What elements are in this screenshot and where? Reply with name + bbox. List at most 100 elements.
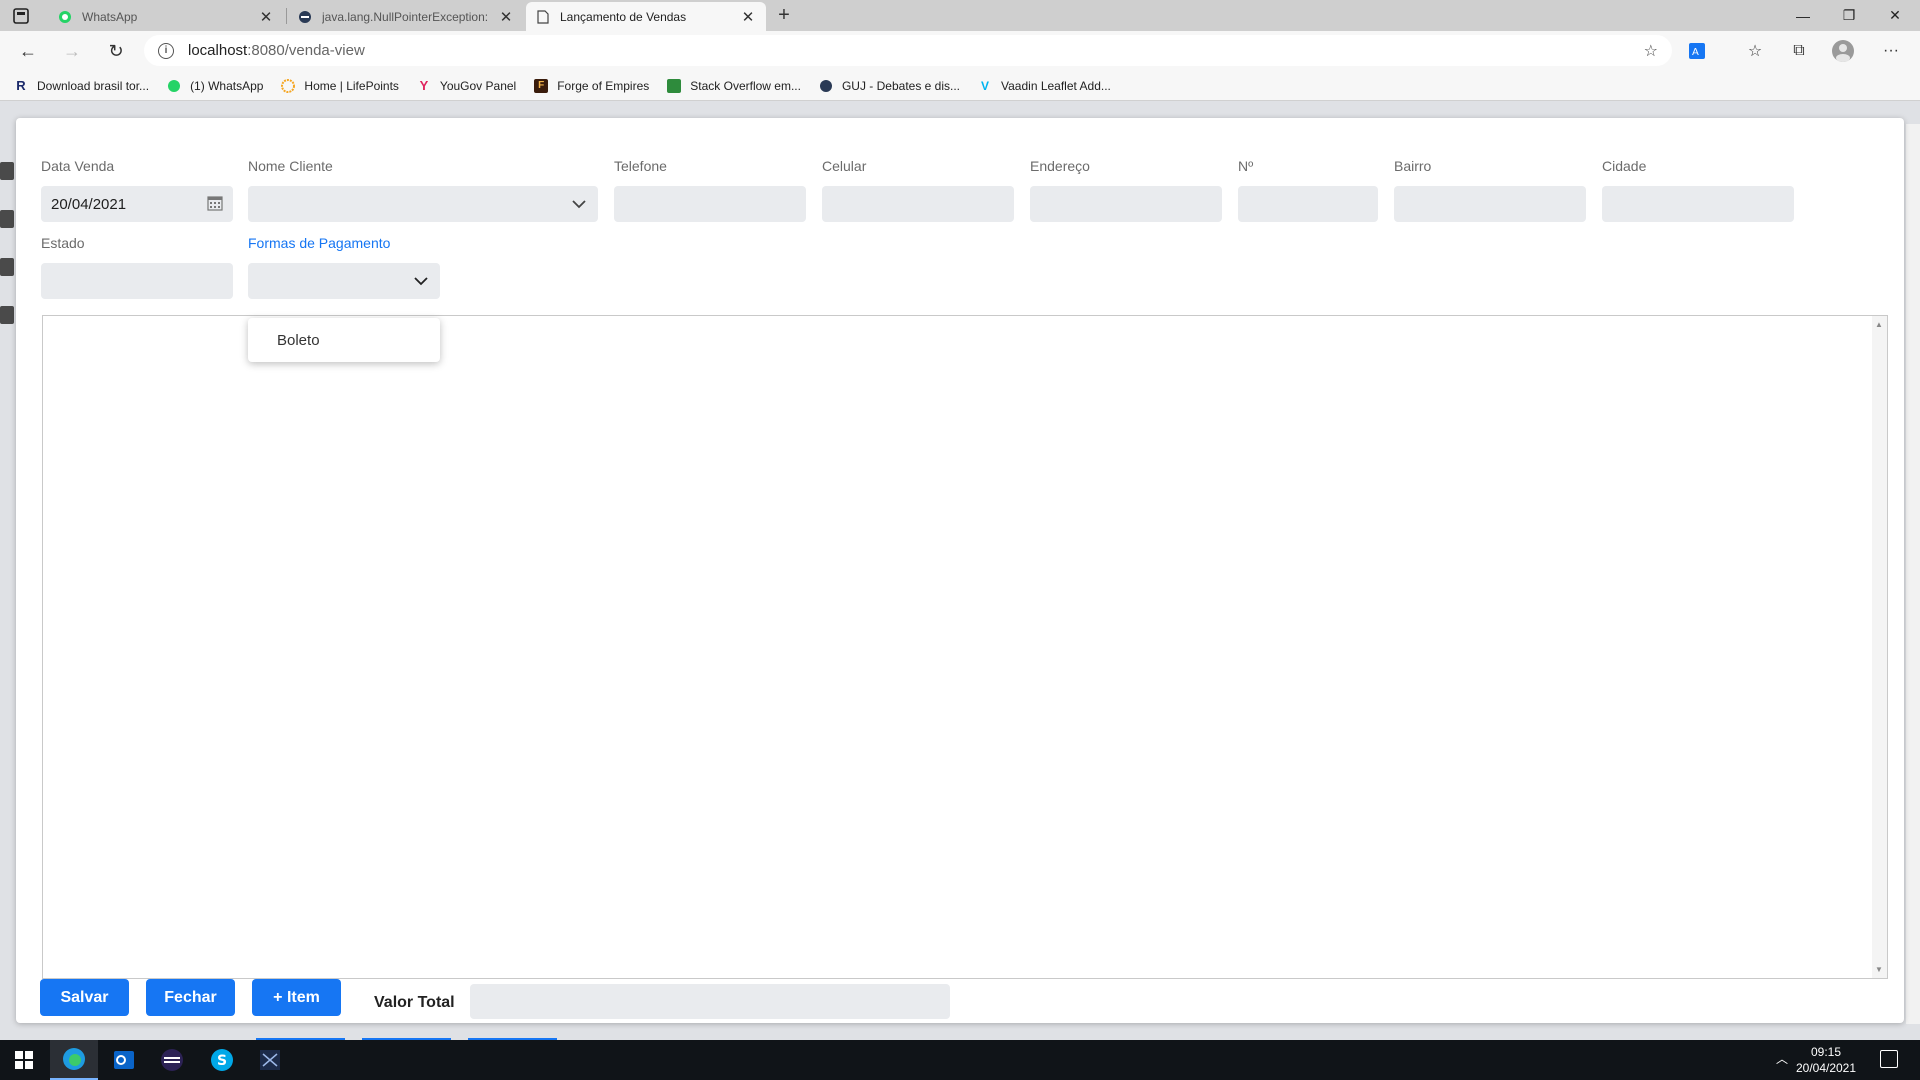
page-icon [536, 9, 550, 24]
celular-label: Celular [822, 158, 867, 174]
numero-field: Nº [1238, 158, 1378, 222]
bookmark-stackoverflow[interactable]: Stack Overflow em... [667, 78, 801, 93]
chart-icon [0, 306, 14, 324]
grid-scrollbar[interactable]: ▲ ▼ [1872, 316, 1887, 978]
collections-icon[interactable]: ⧉ [1788, 40, 1810, 62]
close-tab-icon[interactable]: ✕ [258, 8, 274, 26]
nome-cliente-select[interactable] [248, 186, 598, 222]
bookmark-vaadin[interactable]: V Vaadin Leaflet Add... [978, 79, 1111, 93]
restore-button[interactable]: ❐ [1826, 0, 1872, 31]
address-bar[interactable]: i localhost:8080/venda-view ☆ [144, 35, 1672, 66]
bookmark-yougov[interactable]: Y YouGov Panel [417, 78, 517, 93]
bookmark-label: Vaadin Leaflet Add... [1001, 78, 1111, 93]
bookmark-forge-of-empires[interactable]: F Forge of Empires [534, 78, 650, 93]
bookmark-whatsapp[interactable]: (1) WhatsApp [167, 79, 263, 93]
close-tab-icon[interactable]: ✕ [740, 8, 756, 26]
chevron-down-icon[interactable] [570, 195, 588, 213]
home-icon [0, 162, 14, 180]
data-venda-field: Data Venda 20/04/2021 [41, 158, 233, 222]
tab-lancamento-vendas[interactable]: Lançamento de Vendas ✕ [526, 2, 766, 31]
salvar-button[interactable]: Salvar [40, 979, 129, 1016]
tab-actions-icon[interactable] [12, 7, 30, 25]
endereco-input[interactable] [1030, 186, 1222, 222]
add-item-button[interactable]: + Item [252, 979, 341, 1016]
browser-toolbar: ← → ↻ i localhost:8080/venda-view ☆ A ☆ … [0, 31, 1920, 71]
url-host: localhost [188, 42, 248, 59]
bookmark-guj[interactable]: GUJ - Debates e dis... [819, 79, 960, 93]
bairro-input[interactable] [1394, 186, 1586, 222]
more-menu-icon[interactable]: ··· [1880, 40, 1902, 62]
items-grid[interactable]: ▲ ▼ [42, 315, 1888, 979]
bookmark-label: Stack Overflow em... [690, 78, 801, 93]
skype-taskbar-icon[interactable]: S [198, 1040, 246, 1080]
data-venda-label: Data Venda [41, 158, 115, 174]
scroll-down-icon[interactable]: ▼ [1875, 965, 1883, 974]
info-icon[interactable]: i [158, 42, 174, 59]
forge-icon: F [534, 78, 549, 93]
refresh-icon[interactable]: ↻ [104, 39, 128, 63]
bookmark-label: (1) WhatsApp [190, 78, 264, 93]
bookmark-lifepoints[interactable]: Home | LifePoints [281, 78, 399, 93]
notification-center-icon[interactable] [1880, 1050, 1898, 1068]
eclipse-taskbar-icon[interactable] [148, 1040, 196, 1080]
vaadin-icon: V [981, 78, 990, 93]
telefone-label: Telefone [614, 158, 667, 174]
back-icon[interactable]: ← [16, 39, 40, 63]
chevron-down-icon[interactable] [412, 272, 430, 290]
bookmark-label: Download brasil tor... [37, 78, 150, 93]
estado-label: Estado [41, 235, 85, 251]
whatsapp-icon [58, 10, 72, 24]
whatsapp-icon [167, 79, 181, 93]
lifepoints-icon [281, 78, 296, 93]
cidade-input[interactable] [1602, 186, 1794, 222]
estado-input[interactable] [41, 263, 233, 299]
profile-avatar[interactable] [1832, 40, 1854, 62]
formas-pagamento-field: Formas de Pagamento [248, 235, 440, 299]
bairro-label: Bairro [1394, 158, 1432, 174]
windows-start-icon[interactable] [0, 1040, 48, 1080]
bookmark-download-brasil[interactable]: R Download brasil tor... [14, 78, 150, 93]
bairro-field: Bairro [1394, 158, 1586, 222]
forward-icon[interactable]: → [60, 39, 84, 63]
tab-nullpointer[interactable]: java.lang.NullPointerException: n ✕ [288, 2, 524, 31]
data-venda-value: 20/04/2021 [51, 195, 127, 213]
calendar-icon[interactable] [207, 195, 223, 211]
valor-total-input[interactable] [470, 984, 950, 1019]
tab-label: Lançamento de Vendas [560, 9, 687, 24]
close-tab-icon[interactable]: ✕ [498, 8, 514, 26]
cidade-label: Cidade [1602, 158, 1647, 174]
stackoverflow-icon [667, 78, 682, 93]
favorites-icon[interactable]: ☆ [1744, 40, 1766, 62]
bookmark-label: Forge of Empires [557, 78, 650, 93]
tab-label: java.lang.NullPointerException: n [322, 9, 492, 24]
formas-pagamento-label: Formas de Pagamento [248, 235, 391, 251]
edge-taskbar-icon[interactable] [50, 1040, 98, 1080]
celular-field: Celular [822, 158, 1014, 222]
terminal-taskbar-icon[interactable] [246, 1040, 294, 1080]
globe-icon [298, 10, 312, 24]
fechar-button[interactable]: Fechar [146, 979, 235, 1016]
telefone-field: Telefone [614, 158, 806, 222]
folder-icon [0, 210, 14, 228]
estado-field: Estado [41, 235, 233, 299]
background-panel [1906, 124, 1920, 1024]
translate-icon[interactable]: A [1686, 40, 1708, 62]
outlook-taskbar-icon[interactable] [100, 1040, 148, 1080]
celular-input[interactable] [822, 186, 1014, 222]
telefone-input[interactable] [614, 186, 806, 222]
system-clock[interactable]: 09:15 20/04/2021 [1786, 1044, 1866, 1076]
numero-input[interactable] [1238, 186, 1378, 222]
tab-whatsapp[interactable]: WhatsApp ✕ [48, 2, 284, 31]
data-venda-input[interactable]: 20/04/2021 [41, 186, 233, 222]
minimize-button[interactable]: — [1780, 0, 1826, 31]
close-window-button[interactable]: ✕ [1872, 0, 1918, 31]
tab-strip: WhatsApp ✕ java.lang.NullPointerExceptio… [0, 0, 1920, 31]
cidade-field: Cidade [1602, 158, 1794, 222]
windows-taskbar: S ︿ 09:15 20/04/2021 [0, 1040, 1920, 1080]
dropdown-option-boleto[interactable]: Boleto [277, 332, 320, 349]
bookmark-label: GUJ - Debates e dis... [841, 78, 961, 93]
new-tab-button[interactable]: + [772, 4, 796, 27]
scroll-up-icon[interactable]: ▲ [1875, 320, 1883, 329]
formas-pagamento-select[interactable] [248, 263, 440, 299]
add-favorite-icon[interactable]: ☆ [1644, 41, 1658, 61]
